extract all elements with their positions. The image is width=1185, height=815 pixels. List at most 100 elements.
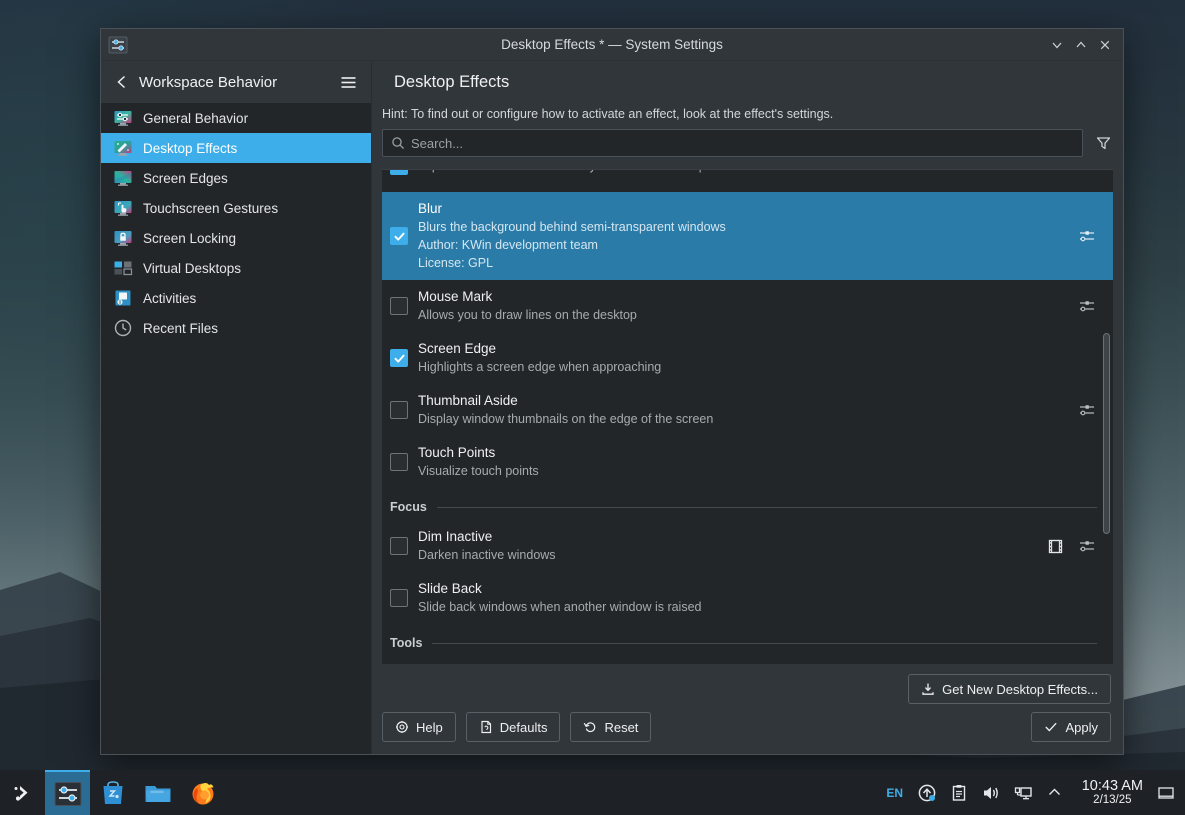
effect-description: Blurs the background behind semi-transpa… <box>418 218 1067 236</box>
sidebar: Workspace Behavior <box>101 61 372 754</box>
hint-text: Hint: To find out or configure how to ac… <box>372 103 1123 129</box>
get-new-desktop-effects-button[interactable]: Get New Desktop Effects... <box>908 674 1111 704</box>
effect-actions <box>1077 399 1103 421</box>
effect-text: Slide Back Slide back windows when anoth… <box>418 580 1087 616</box>
effect-checkbox[interactable] <box>390 401 408 419</box>
defaults-document-icon <box>479 720 493 734</box>
sidebar-item-recent-files[interactable]: Recent Files <box>101 313 371 343</box>
effect-row-mouse-mark[interactable]: Mouse Mark Allows you to draw lines on t… <box>382 280 1113 332</box>
section-divider <box>432 643 1097 644</box>
effect-text: Dim Inactive Darken inactive windows <box>418 528 1035 564</box>
effect-row-dim-inactive[interactable]: Dim Inactive Darken inactive windows <box>382 520 1113 572</box>
effect-video-preview-icon[interactable] <box>1045 535 1065 557</box>
defaults-button[interactable]: Defaults <box>466 712 561 742</box>
reset-button[interactable]: Reset <box>570 712 651 742</box>
list-scrollbar[interactable] <box>1101 170 1111 664</box>
sidebar-item-touchscreen-gestures[interactable]: Touchscreen Gestures <box>101 193 371 223</box>
filter-funnel-icon[interactable] <box>1091 131 1115 155</box>
clock-date: 2/13/25 <box>1082 794 1143 806</box>
effect-text: Mouse Mark Allows you to draw lines on t… <box>418 288 1067 324</box>
task-dolphin[interactable] <box>135 770 180 815</box>
sidebar-item-screen-edges[interactable]: Screen Edges <box>101 163 371 193</box>
effect-name: Dim Inactive <box>418 528 1035 546</box>
effect-name: Blur <box>418 200 1067 218</box>
search-input[interactable]: Search... <box>382 129 1083 157</box>
task-system-settings[interactable] <box>45 770 90 815</box>
effect-checkbox[interactable] <box>390 453 408 471</box>
show-hidden-chevron-icon[interactable] <box>1040 770 1070 815</box>
sidebar-item-desktop-effects[interactable]: Desktop Effects <box>101 133 371 163</box>
sidebar-list: General Behavior Desktop Effects <box>101 103 371 754</box>
updates-icon[interactable] <box>912 770 942 815</box>
clock-widget[interactable]: 10:43 AM 2/13/25 <box>1072 779 1153 806</box>
touchscreen-gestures-icon <box>112 197 134 219</box>
footer-top-row: Get New Desktop Effects... <box>382 674 1111 704</box>
sidebar-item-activities[interactable]: Activities <box>101 283 371 313</box>
network-icon[interactable] <box>1008 770 1038 815</box>
sidebar-item-general-behavior[interactable]: General Behavior <box>101 103 371 133</box>
show-desktop-icon[interactable] <box>1155 770 1177 815</box>
kde-application-launcher-icon[interactable] <box>0 770 45 815</box>
effect-checkbox[interactable] <box>390 297 408 315</box>
reset-undo-icon <box>583 720 597 734</box>
effect-configure-sliders-icon[interactable] <box>1077 295 1097 317</box>
effect-checkbox[interactable] <box>390 537 408 555</box>
recent-files-icon <box>112 317 134 339</box>
effect-configure-sliders-icon[interactable] <box>1077 225 1097 247</box>
hamburger-menu-icon[interactable] <box>335 69 361 95</box>
effect-name: Mouse Mark <box>418 288 1067 306</box>
chevron-left-icon[interactable] <box>109 69 135 95</box>
task-firefox[interactable] <box>180 770 225 815</box>
dolphin-folder-icon <box>143 778 173 808</box>
search-icon <box>391 136 405 150</box>
effect-actions <box>1077 295 1103 317</box>
section-header-tools: Tools <box>382 624 1113 656</box>
effect-description: Display window thumbnails on the edge of… <box>418 410 1067 428</box>
effect-configure-sliders-icon[interactable] <box>1077 535 1097 557</box>
effect-checkbox[interactable] <box>390 227 408 245</box>
effect-text: Improve contrast and readability behind … <box>418 169 1087 175</box>
scrollbar-thumb[interactable] <box>1103 333 1110 534</box>
effect-author: Author: KWin development team <box>418 236 1067 254</box>
effects-list[interactable]: Improve contrast and readability behind … <box>382 169 1113 664</box>
effect-license: License: GPL <box>418 254 1067 272</box>
button-label: Help <box>416 720 443 735</box>
button-label: Defaults <box>500 720 548 735</box>
screen-edges-icon <box>112 167 134 189</box>
firefox-icon <box>188 778 218 808</box>
search-row: Search... <box>372 129 1123 157</box>
task-discover[interactable] <box>90 770 135 815</box>
effect-row-slide-back[interactable]: Slide Back Slide back windows when anoth… <box>382 572 1113 624</box>
sidebar-item-label: Recent Files <box>143 321 218 336</box>
effect-checkbox[interactable] <box>390 589 408 607</box>
volume-icon[interactable] <box>976 770 1006 815</box>
effect-row-blur[interactable]: Blur Blurs the background behind semi-tr… <box>382 192 1113 280</box>
effect-row-touch-points[interactable]: Touch Points Visualize touch points <box>382 436 1113 488</box>
sidebar-item-virtual-desktops[interactable]: Virtual Desktops <box>101 253 371 283</box>
window-titlebar[interactable]: Desktop Effects * — System Settings <box>101 29 1123 61</box>
apply-button[interactable]: Apply <box>1031 712 1111 742</box>
effect-name: Slide Back <box>418 580 1087 598</box>
effect-row-thumbnail-aside[interactable]: Thumbnail Aside Display window thumbnail… <box>382 384 1113 436</box>
effect-row-screen-edge[interactable]: Screen Edge Highlights a screen edge whe… <box>382 332 1113 384</box>
effect-description: Visualize touch points <box>418 462 1087 480</box>
effect-configure-sliders-icon[interactable] <box>1077 399 1097 421</box>
help-button[interactable]: Help <box>382 712 456 742</box>
checkmark-icon <box>1044 720 1058 734</box>
close-icon[interactable] <box>1093 33 1117 57</box>
desktop-effects-icon <box>112 137 134 159</box>
effect-checkbox[interactable] <box>390 349 408 367</box>
search-placeholder: Search... <box>411 136 463 151</box>
effect-checkbox[interactable] <box>390 169 408 175</box>
sidebar-title: Workspace Behavior <box>139 74 335 91</box>
minimize-icon[interactable] <box>1045 33 1069 57</box>
maximize-icon[interactable] <box>1069 33 1093 57</box>
sidebar-item-label: Virtual Desktops <box>143 261 241 276</box>
sidebar-item-screen-locking[interactable]: Screen Locking <box>101 223 371 253</box>
systemsettings-icon <box>53 779 83 809</box>
effect-row[interactable]: Improve contrast and readability behind … <box>382 169 1113 192</box>
clipboard-icon[interactable] <box>944 770 974 815</box>
effect-name: Touch Points <box>418 444 1087 462</box>
effect-description: Highlights a screen edge when approachin… <box>418 358 1087 376</box>
tray-language-indicator[interactable]: EN <box>880 786 910 800</box>
